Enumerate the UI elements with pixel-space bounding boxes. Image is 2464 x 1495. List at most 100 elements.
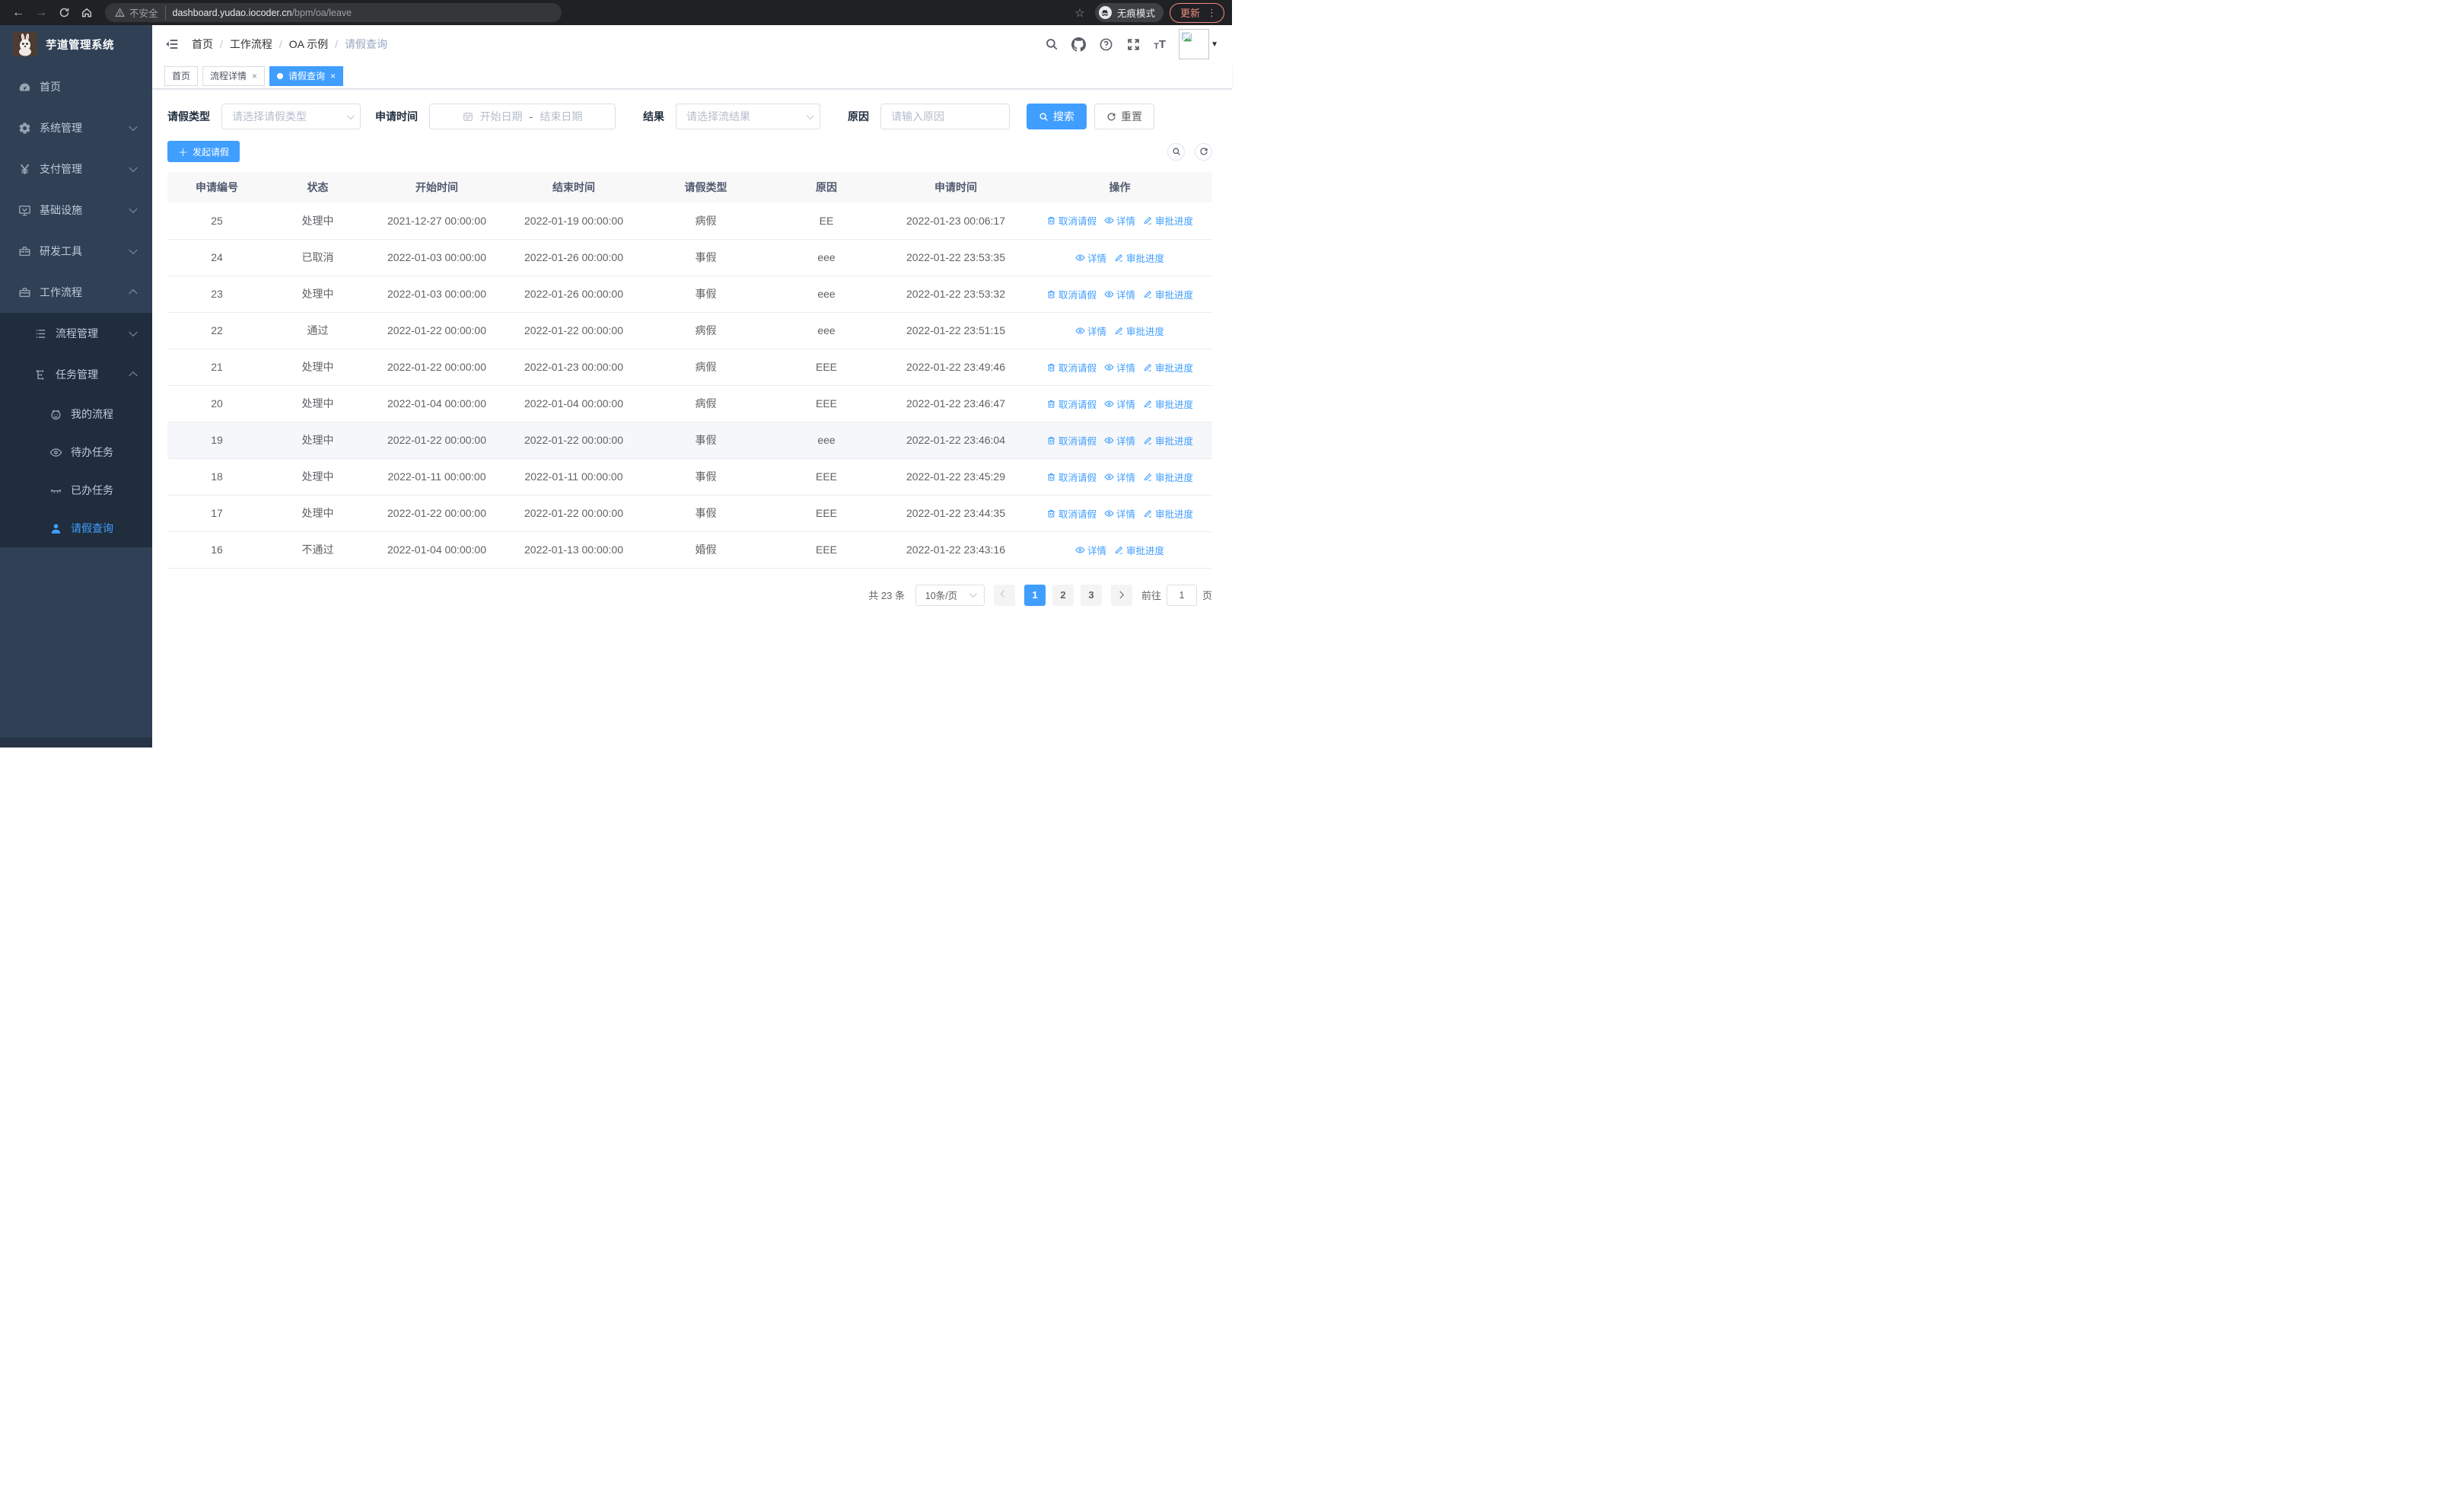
bookmark-star-icon[interactable]: ☆ <box>1071 6 1089 20</box>
detail-action-link[interactable]: 详情 <box>1104 506 1135 521</box>
header-search-icon[interactable] <box>1045 37 1059 51</box>
detail-eye-icon <box>1104 435 1114 445</box>
page-button-2[interactable]: 2 <box>1052 584 1074 606</box>
sidebar-item-已办任务[interactable]: 已办任务 <box>0 471 152 509</box>
sidebar-item-待办任务[interactable]: 待办任务 <box>0 433 152 471</box>
sidebar-item-我的流程[interactable]: 我的流程 <box>0 395 152 433</box>
progress-action-link[interactable]: 审批进度 <box>1143 213 1193 228</box>
progress-action-link[interactable]: 审批进度 <box>1114 543 1164 557</box>
browser-back-button[interactable]: ← <box>8 2 29 24</box>
address-bar[interactable]: 不安全 dashboard.yudao.iocoder.cn/bpm/oa/le… <box>105 3 562 22</box>
cell-id: 20 <box>167 385 266 422</box>
chevron-down-icon <box>129 204 138 214</box>
fullscreen-icon[interactable] <box>1126 37 1141 52</box>
help-icon[interactable] <box>1099 37 1113 52</box>
progress-action-link[interactable]: 审批进度 <box>1114 324 1164 338</box>
github-icon[interactable] <box>1071 37 1087 52</box>
cell-id: 16 <box>167 531 266 569</box>
goto-page-input[interactable] <box>1166 584 1197 606</box>
cell-apply: 2022-01-22 23:53:32 <box>884 276 1027 313</box>
detail-action-link[interactable]: 详情 <box>1075 250 1106 265</box>
detail-action-link[interactable]: 详情 <box>1075 543 1106 557</box>
apply-time-range-picker[interactable]: 开始日期 - 结束日期 <box>429 104 616 129</box>
cancel-action-link[interactable]: 取消请假 <box>1046 397 1097 411</box>
chevron-left-icon <box>1001 590 1008 598</box>
user-avatar[interactable] <box>1179 29 1210 59</box>
create-leave-button[interactable]: ＋ 发起请假 <box>167 141 240 162</box>
action-label: 详情 <box>1116 289 1135 301</box>
edit-icon <box>1143 435 1153 445</box>
cell-type: 病假 <box>643 385 769 422</box>
breadcrumb-item[interactable]: OA 示例 <box>289 37 328 52</box>
reset-button[interactable]: 重置 <box>1094 104 1154 129</box>
avatar-dropdown-caret-icon[interactable]: ▼ <box>1211 40 1218 49</box>
chevron-down-icon <box>129 245 138 255</box>
action-label: 审批进度 <box>1155 399 1194 410</box>
cell-status: 处理中 <box>266 202 369 240</box>
browser-forward-button[interactable]: → <box>30 2 52 24</box>
page-size-select[interactable]: 10条/页 <box>915 584 985 606</box>
sidebar-item-支付管理[interactable]: 支付管理 <box>0 148 152 190</box>
top-navbar: 首页 / 工作流程 / OA 示例 / 请假查询 TT ▼ <box>152 25 1232 63</box>
tab-close-icon[interactable]: × <box>252 71 257 81</box>
cancel-action-link[interactable]: 取消请假 <box>1046 433 1097 448</box>
cell-start: 2022-01-22 00:00:00 <box>369 495 505 532</box>
detail-action-link[interactable]: 详情 <box>1104 213 1135 228</box>
detail-action-link[interactable]: 详情 <box>1104 433 1135 448</box>
detail-action-link[interactable]: 详情 <box>1104 287 1135 301</box>
browser-reload-button[interactable] <box>53 2 75 24</box>
table-body: 25 处理中 2021-12-27 00:00:00 2022-01-19 00:00… <box>167 202 1212 569</box>
breadcrumb-item[interactable]: 首页 <box>192 37 213 52</box>
tag-view-tab-请假查询[interactable]: 请假查询 × <box>269 65 344 86</box>
sidebar-item-工作流程[interactable]: 工作流程 <box>0 272 152 313</box>
tab-close-icon[interactable]: × <box>330 71 336 81</box>
progress-action-link[interactable]: 审批进度 <box>1143 287 1193 301</box>
browser-home-button[interactable] <box>76 2 97 24</box>
progress-action-link[interactable]: 审批进度 <box>1143 470 1193 484</box>
cancel-action-link[interactable]: 取消请假 <box>1046 506 1097 521</box>
security-label[interactable]: 不安全 <box>129 5 166 20</box>
detail-action-link[interactable]: 详情 <box>1104 470 1135 484</box>
breadcrumb-item[interactable]: 工作流程 <box>230 37 272 52</box>
refresh-table-button[interactable] <box>1195 142 1212 161</box>
sidebar-collapse-icon[interactable] <box>164 37 180 52</box>
prev-page-button[interactable] <box>993 584 1015 606</box>
tag-view-tab-流程详情[interactable]: 流程详情 × <box>202 65 266 86</box>
next-page-button[interactable] <box>1110 584 1132 606</box>
page-button-3[interactable]: 3 <box>1080 584 1102 606</box>
sidebar-item-首页[interactable]: 首页 <box>0 66 152 107</box>
detail-action-link[interactable]: 详情 <box>1104 397 1135 411</box>
toolbox-icon <box>18 245 31 258</box>
browser-menu-icon[interactable]: ⋮ <box>1207 7 1217 19</box>
leave-type-select[interactable]: 请选择请假类型 <box>221 104 361 129</box>
sidebar-item-请假查询[interactable]: 请假查询 <box>0 509 152 547</box>
progress-action-link[interactable]: 审批进度 <box>1143 506 1193 521</box>
cell-id: 21 <box>167 349 266 386</box>
sidebar-item-研发工具[interactable]: 研发工具 <box>0 231 152 272</box>
show-search-toggle-button[interactable] <box>1167 142 1185 161</box>
progress-action-link[interactable]: 审批进度 <box>1143 360 1193 375</box>
cancel-action-link[interactable]: 取消请假 <box>1046 213 1097 228</box>
page-button-1[interactable]: 1 <box>1023 584 1046 606</box>
sidebar-logo[interactable]: 芋道管理系统 <box>0 25 152 63</box>
action-label: 审批进度 <box>1126 326 1165 337</box>
cancel-action-link[interactable]: 取消请假 <box>1046 470 1097 484</box>
browser-update-button[interactable]: 更新 ⋮ <box>1169 2 1224 23</box>
sidebar-item-流程管理[interactable]: 流程管理 <box>0 313 152 354</box>
progress-action-link[interactable]: 审批进度 <box>1114 250 1164 265</box>
sidebar-item-系统管理[interactable]: 系统管理 <box>0 107 152 148</box>
reason-input[interactable] <box>891 110 999 123</box>
result-select[interactable]: 请选择流结果 <box>676 104 820 129</box>
font-size-icon[interactable]: TT <box>1154 38 1166 51</box>
tag-view-tab-首页[interactable]: 首页 <box>164 65 199 86</box>
detail-action-link[interactable]: 详情 <box>1104 360 1135 375</box>
search-button[interactable]: 搜索 <box>1027 104 1087 129</box>
sidebar-item-基础设施[interactable]: 基础设施 <box>0 190 152 231</box>
detail-action-link[interactable]: 详情 <box>1075 324 1106 338</box>
progress-action-link[interactable]: 审批进度 <box>1143 397 1193 411</box>
cancel-action-link[interactable]: 取消请假 <box>1046 360 1097 375</box>
sidebar-item-任务管理[interactable]: 任务管理 <box>0 354 152 395</box>
tab-label: 首页 <box>172 71 191 81</box>
progress-action-link[interactable]: 审批进度 <box>1143 433 1193 448</box>
cancel-action-link[interactable]: 取消请假 <box>1046 287 1097 301</box>
